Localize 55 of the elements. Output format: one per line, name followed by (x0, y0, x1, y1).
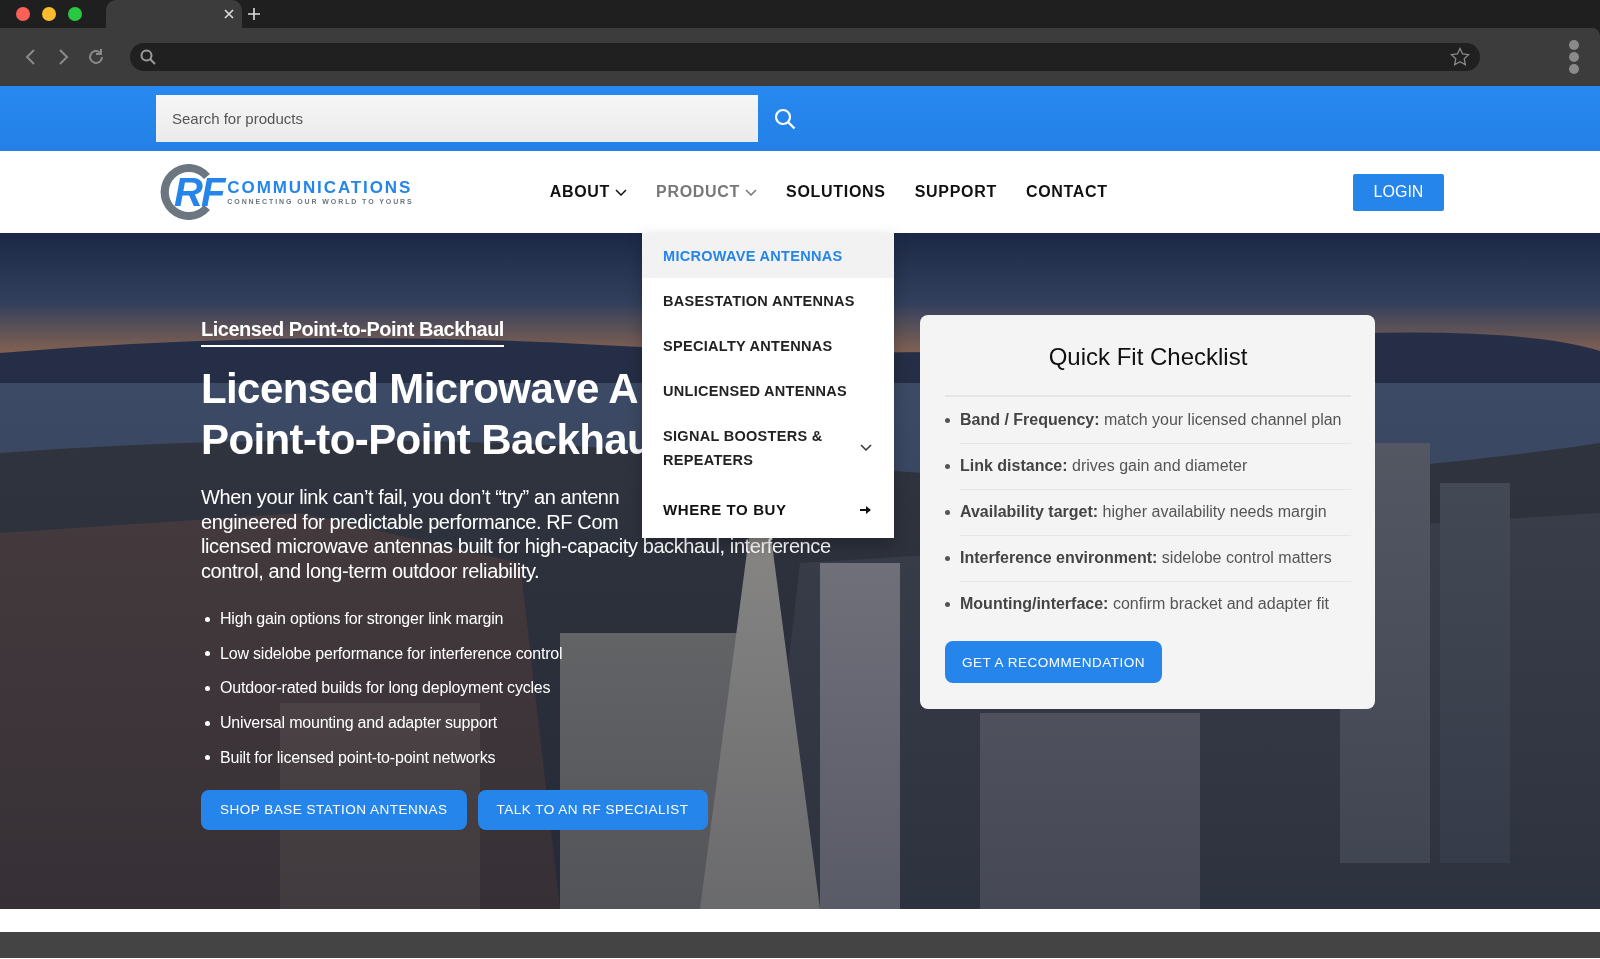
eyebrow-link[interactable]: Licensed Point-to-Point Backhaul (201, 318, 504, 347)
search-icon[interactable] (774, 107, 796, 130)
chevron-down-icon[interactable] (860, 443, 872, 452)
checklist-item: Mounting/interface: confirm bracket and adapter fit (960, 595, 1329, 613)
checklist-item: Interference environment: sidelobe control matters (960, 548, 1332, 567)
bullet-icon (945, 555, 950, 561)
cta-button[interactable]: TALK TO AN RF SPECIALIST (477, 789, 708, 830)
nav-link[interactable]: PRODUCT (656, 183, 758, 201)
menu-item[interactable]: UNLICENSED ANTENNAS (642, 368, 894, 413)
search-icon (140, 49, 156, 65)
nav-link[interactable]: CONTACT (1025, 183, 1108, 201)
checklist-item: Availability target: higher availability needs margin (960, 502, 1327, 521)
new-tab-icon[interactable] (248, 8, 260, 20)
maximize-window-icon[interactable] (68, 7, 82, 21)
menu-item[interactable]: BASESTATION ANTENNAS (642, 278, 894, 323)
intro-line: engineered for predictable performance. RF Com (201, 509, 619, 534)
nav-link[interactable]: SUPPORT (914, 183, 997, 201)
checklist-item: Link distance: drives gain and diameter (960, 456, 1248, 475)
nav-link[interactable]: ABOUT (549, 183, 627, 201)
intro-line: When your link can’t fail, you don’t “try” an antenn (201, 485, 620, 510)
recommendation-button[interactable]: GET A RECOMMENDATION (945, 641, 1162, 683)
chevron-down-icon[interactable] (615, 188, 627, 196)
menu-icon[interactable] (1568, 39, 1580, 75)
minimize-window-icon[interactable] (42, 7, 56, 21)
arrow-right-icon (860, 505, 872, 515)
bullet-icon (205, 755, 210, 761)
cta-button[interactable]: SHOP BASE STATION ANTENNAS (201, 789, 467, 830)
bullet-icon (945, 463, 950, 469)
login-button[interactable]: LOGIN (1353, 173, 1444, 211)
bullet-icon (205, 651, 210, 657)
close-icon[interactable] (224, 9, 234, 19)
bullet-icon (205, 686, 210, 691)
nav-link[interactable]: SOLUTIONS (786, 183, 886, 201)
feature-item: Universal mounting and adapter support (220, 714, 498, 733)
menu-item[interactable]: SIGNAL BOOSTERS & REPEATERS (642, 413, 894, 482)
logo-wordmark: COMMUNICATIONS (227, 179, 414, 196)
feature-item: Low sidelobe performance for interference control (220, 644, 563, 663)
feature-item: Built for licensed point-to-point networks (220, 748, 496, 767)
menu-item[interactable]: SPECIALTY ANTENNAS (642, 323, 894, 368)
feature-item: High gain options for stronger link margin (220, 610, 504, 629)
checklist-item: Band / Frequency: match your licensed channel plan (960, 410, 1342, 429)
close-window-icon[interactable] (16, 7, 30, 21)
bullet-icon (205, 720, 210, 726)
headline-line: Licensed Microwave A (201, 364, 638, 414)
intro-line: control, and long-term outdoor reliability. (201, 558, 540, 583)
bullet-icon (205, 616, 210, 622)
bullet-icon (945, 417, 950, 423)
card-title: Quick Fit Checklist (945, 343, 1351, 397)
search-field[interactable]: Search for products (156, 95, 758, 142)
bullet-icon (945, 601, 950, 607)
reload-icon[interactable] (86, 47, 106, 67)
bullet-icon (945, 509, 950, 515)
logo-mark: RF (174, 172, 224, 212)
star-icon[interactable] (1450, 47, 1470, 67)
feature-item: Outdoor-rated builds for long deployment cycles (220, 679, 551, 698)
